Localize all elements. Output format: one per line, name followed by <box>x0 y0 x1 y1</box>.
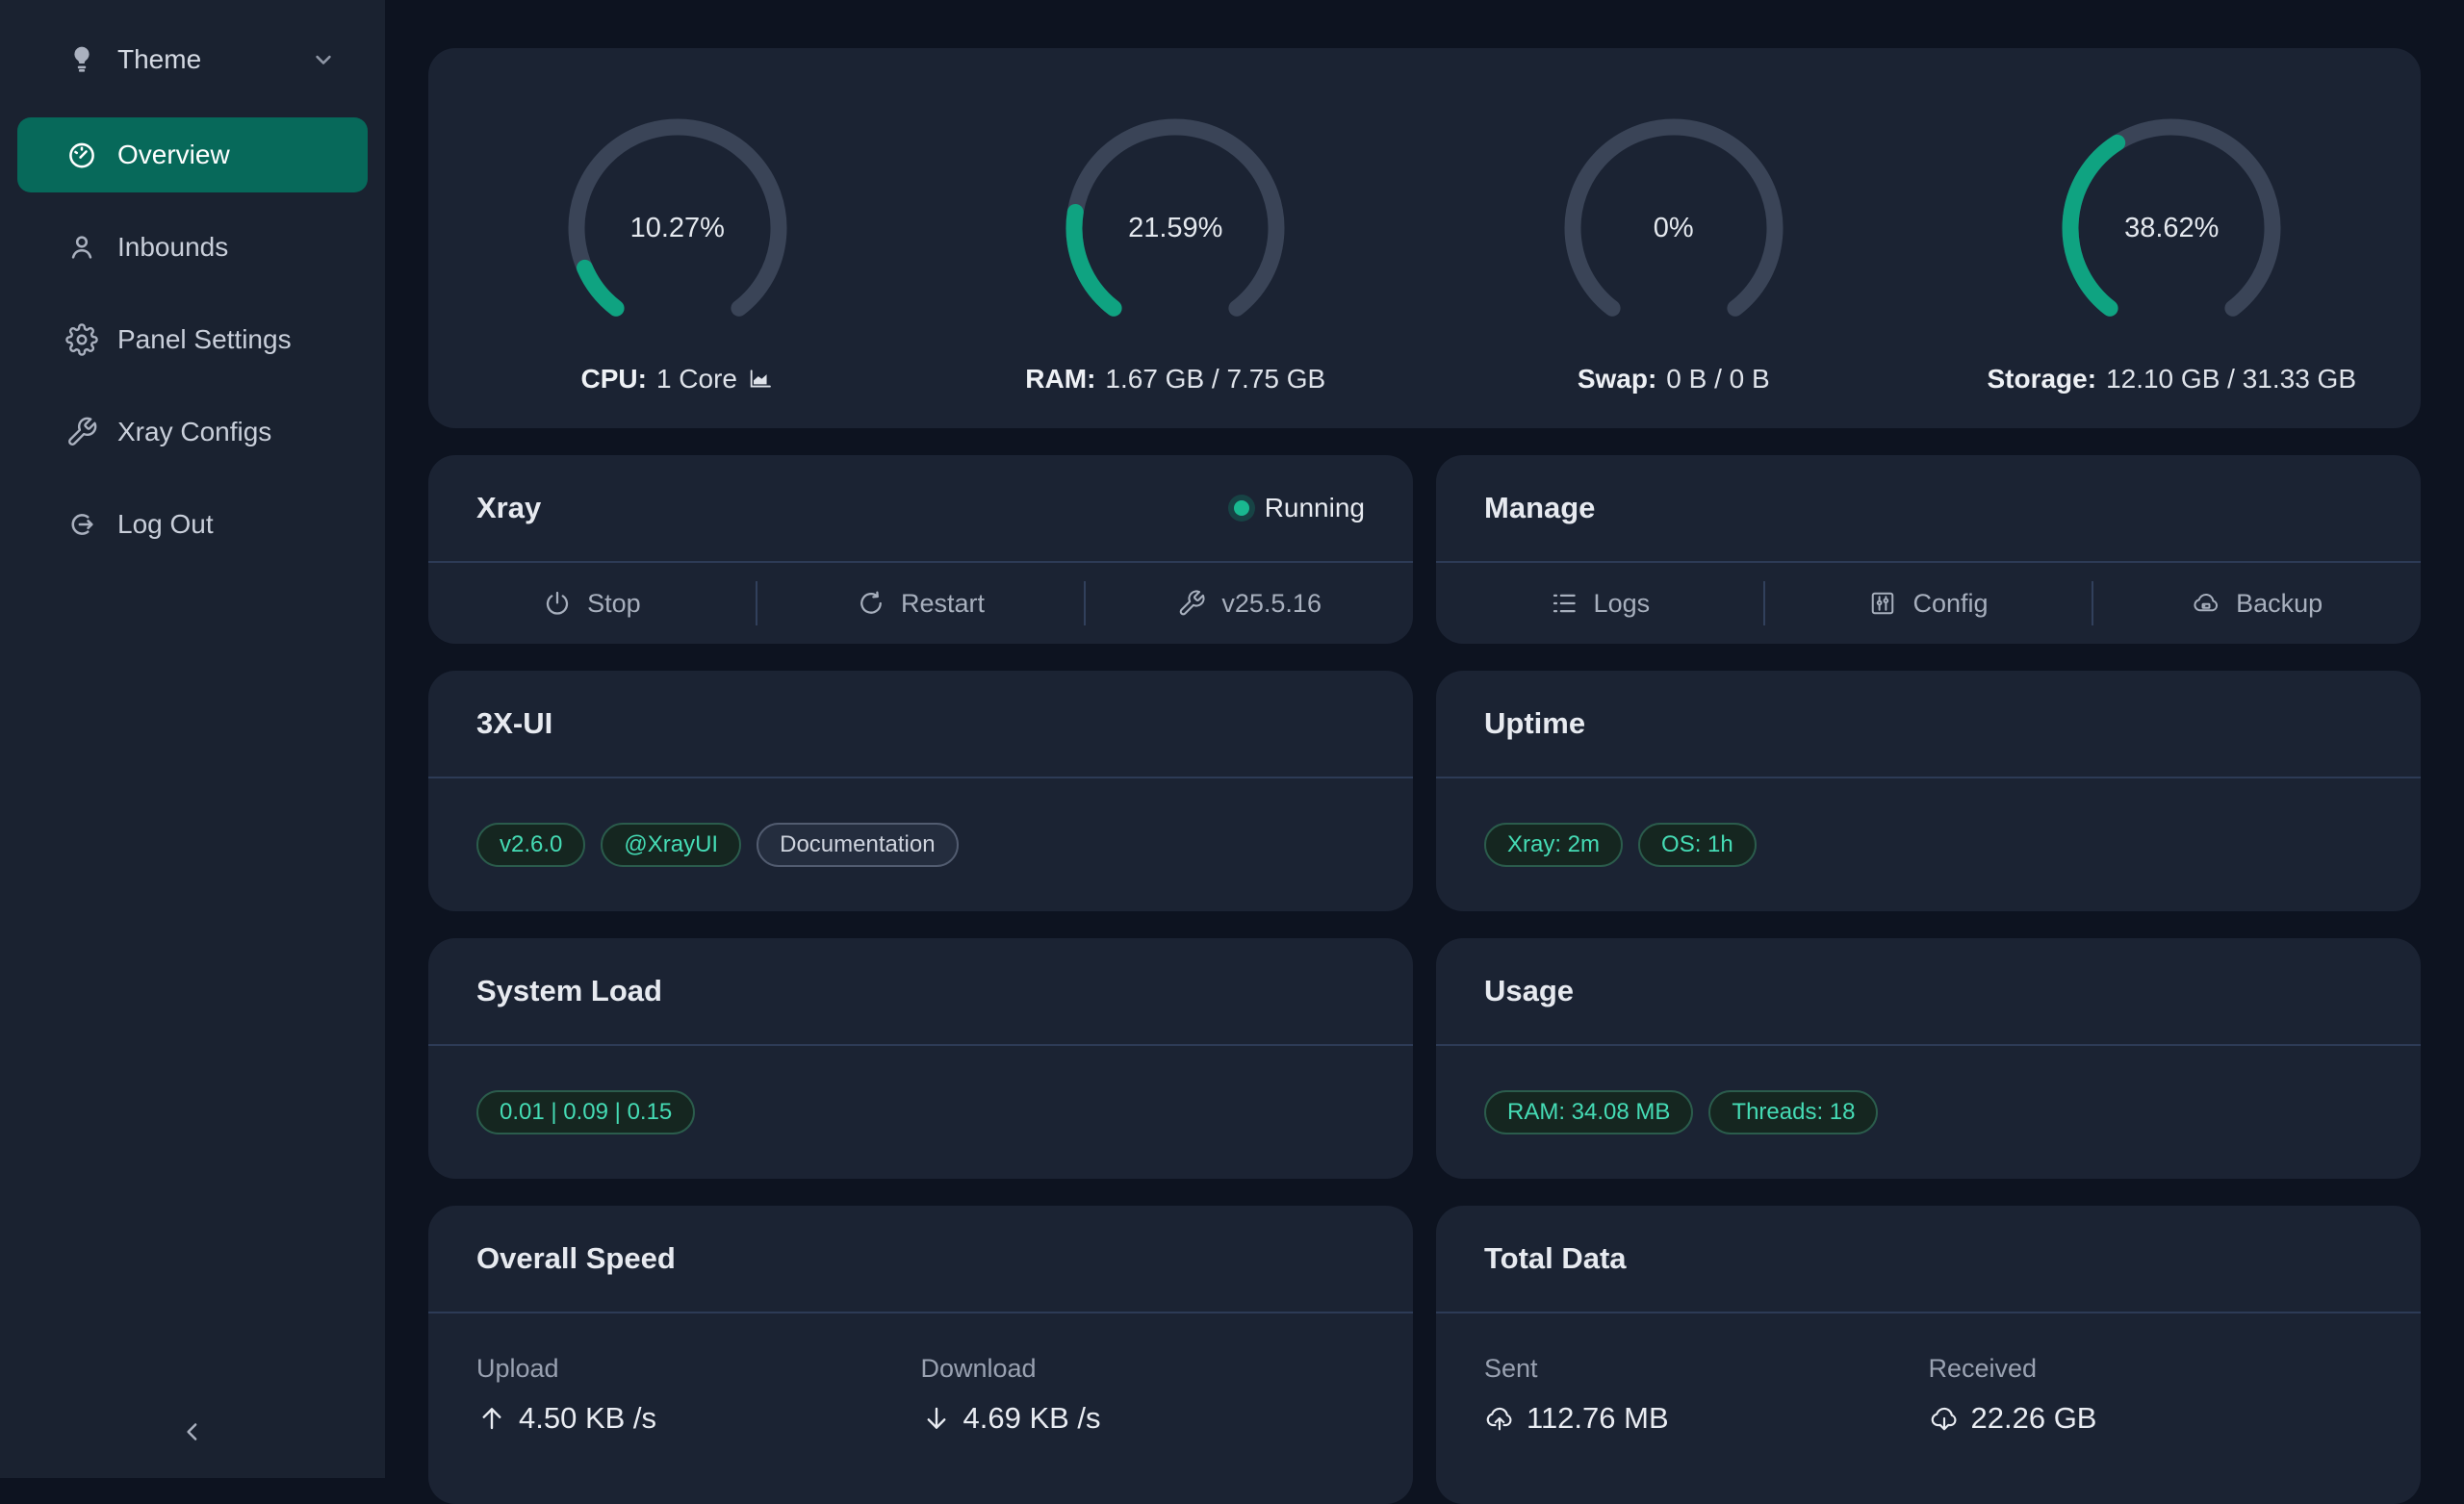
swap-caption: Swap: 0 B / 0 B <box>1578 364 1770 395</box>
threexui-card: 3X-UI v2.6.0 @XrayUI Documentation <box>428 671 1413 911</box>
storage-percent: 38.62% <box>2051 108 2292 348</box>
upload-speed-metric: Upload 4.50 KB /s <box>476 1354 921 1436</box>
sidebar-item-overview[interactable]: Overview <box>17 117 368 192</box>
theme-label: Theme <box>117 44 201 75</box>
wrench-icon <box>65 416 98 448</box>
cpu-caption: CPU: 1 Core <box>581 364 775 395</box>
os-uptime-tag: OS: 1h <box>1638 823 1757 867</box>
sidebar-item-xray-configs[interactable]: Xray Configs <box>17 395 368 470</box>
sidebar-nav: Overview Inbounds Panel Settings <box>0 117 385 562</box>
sidebar: Theme Overview Inbounds <box>0 0 385 1478</box>
threads-tag: Threads: 18 <box>1708 1090 1878 1134</box>
ram-percent: 21.59% <box>1055 108 1296 348</box>
swap-gauge-arc: 0% <box>1553 108 1794 348</box>
version-tag[interactable]: v2.6.0 <box>476 823 585 867</box>
total-data-card: Total Data Sent 112.76 MB <box>1436 1206 2421 1504</box>
cloud-backup-icon <box>2192 589 2220 618</box>
main-content: 10.27% CPU: 1 Core 21.59% <box>385 0 2464 1478</box>
restart-icon <box>857 589 886 618</box>
sidebar-item-label: Panel Settings <box>117 324 292 355</box>
xray-status: Running <box>1234 493 1365 523</box>
system-load-card-title: System Load <box>476 974 662 1008</box>
sliders-icon <box>1868 589 1897 618</box>
sidebar-item-label: Overview <box>117 140 230 170</box>
download-speed-metric: Download 4.69 KB /s <box>921 1354 1366 1436</box>
usage-card: Usage RAM: 34.08 MB Threads: 18 <box>1436 938 2421 1179</box>
threexui-card-title: 3X-UI <box>476 706 552 741</box>
restart-button[interactable]: Restart <box>757 563 1085 644</box>
ram-gauge: 21.59% RAM: 1.67 GB / 7.75 GB <box>927 48 1425 395</box>
stop-button[interactable]: Stop <box>428 563 756 644</box>
xray-card-title: Xray <box>476 491 541 525</box>
overall-speed-card: Overall Speed Upload 4.50 KB /s <box>428 1206 1413 1504</box>
xrayui-link-tag[interactable]: @XrayUI <box>601 823 741 867</box>
arrow-down-icon <box>921 1403 952 1434</box>
list-icon <box>1550 589 1578 618</box>
cpu-percent: 10.27% <box>557 108 798 348</box>
ram-gauge-arc: 21.59% <box>1055 108 1296 348</box>
sidebar-item-label: Log Out <box>117 509 214 540</box>
manage-card-title: Manage <box>1484 491 1595 525</box>
storage-gauge-arc: 38.62% <box>2051 108 2292 348</box>
wrench-icon <box>1177 589 1206 618</box>
swap-percent: 0% <box>1553 108 1794 348</box>
total-data-card-title: Total Data <box>1484 1241 1627 1276</box>
load-average-tag: 0.01 | 0.09 | 0.15 <box>476 1090 695 1134</box>
sidebar-collapse-button[interactable] <box>0 1409 385 1455</box>
system-stats-card: 10.27% CPU: 1 Core 21.59% <box>428 48 2421 428</box>
cloud-upload-icon <box>1484 1403 1515 1434</box>
cloud-download-icon <box>1929 1403 1960 1434</box>
sidebar-item-log-out[interactable]: Log Out <box>17 487 368 562</box>
uptime-card-title: Uptime <box>1484 706 1585 741</box>
sidebar-item-inbounds[interactable]: Inbounds <box>17 210 368 285</box>
usage-card-title: Usage <box>1484 974 1574 1008</box>
user-icon <box>65 231 98 264</box>
backup-button[interactable]: Backup <box>2093 563 2421 644</box>
xray-card: Xray Running Stop <box>428 455 1413 644</box>
manage-card: Manage Logs <box>1436 455 2421 644</box>
system-load-card: System Load 0.01 | 0.09 | 0.15 <box>428 938 1413 1179</box>
sidebar-item-panel-settings[interactable]: Panel Settings <box>17 302 368 377</box>
theme-selector[interactable]: Theme <box>0 23 385 96</box>
power-icon <box>543 589 572 618</box>
arrow-up-icon <box>476 1403 507 1434</box>
cpu-gauge: 10.27% CPU: 1 Core <box>428 48 927 395</box>
logs-button[interactable]: Logs <box>1436 563 1763 644</box>
gauge-icon <box>65 139 98 171</box>
overall-speed-card-title: Overall Speed <box>476 1241 676 1276</box>
status-dot <box>1234 500 1249 516</box>
status-text: Running <box>1265 493 1365 523</box>
sidebar-item-label: Inbounds <box>117 232 228 263</box>
sent-metric: Sent 112.76 MB <box>1484 1354 1929 1436</box>
logout-icon <box>65 508 98 541</box>
storage-caption: Storage: 12.10 GB / 31.33 GB <box>1987 364 2356 395</box>
received-metric: Received 22.26 GB <box>1929 1354 2374 1436</box>
area-chart-icon[interactable] <box>747 366 774 393</box>
gear-icon <box>65 323 98 356</box>
lightbulb-icon <box>65 43 98 76</box>
uptime-card: Uptime Xray: 2m OS: 1h <box>1436 671 2421 911</box>
documentation-link-tag[interactable]: Documentation <box>757 823 958 867</box>
chevron-down-icon <box>310 46 337 73</box>
swap-gauge: 0% Swap: 0 B / 0 B <box>1424 48 1923 395</box>
sidebar-item-label: Xray Configs <box>117 417 271 447</box>
xray-version-button[interactable]: v25.5.16 <box>1086 563 1413 644</box>
ram-caption: RAM: 1.67 GB / 7.75 GB <box>1025 364 1325 395</box>
xray-uptime-tag: Xray: 2m <box>1484 823 1623 867</box>
storage-gauge: 38.62% Storage: 12.10 GB / 31.33 GB <box>1923 48 2422 395</box>
chevron-left-icon <box>178 1417 207 1446</box>
cpu-gauge-arc: 10.27% <box>557 108 798 348</box>
ram-usage-tag: RAM: 34.08 MB <box>1484 1090 1693 1134</box>
config-button[interactable]: Config <box>1765 563 2092 644</box>
